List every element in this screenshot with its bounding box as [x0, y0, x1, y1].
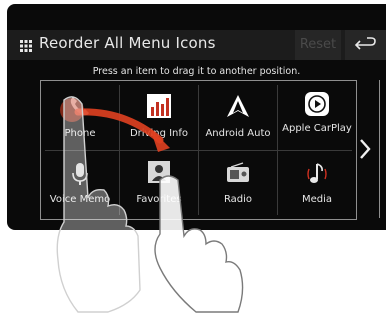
arrow-head-icon [150, 128, 170, 152]
drag-gesture-illustration [56, 96, 244, 313]
drag-arrow-icon [74, 108, 164, 144]
hand-icon [154, 175, 244, 313]
hand-icon [56, 96, 141, 313]
